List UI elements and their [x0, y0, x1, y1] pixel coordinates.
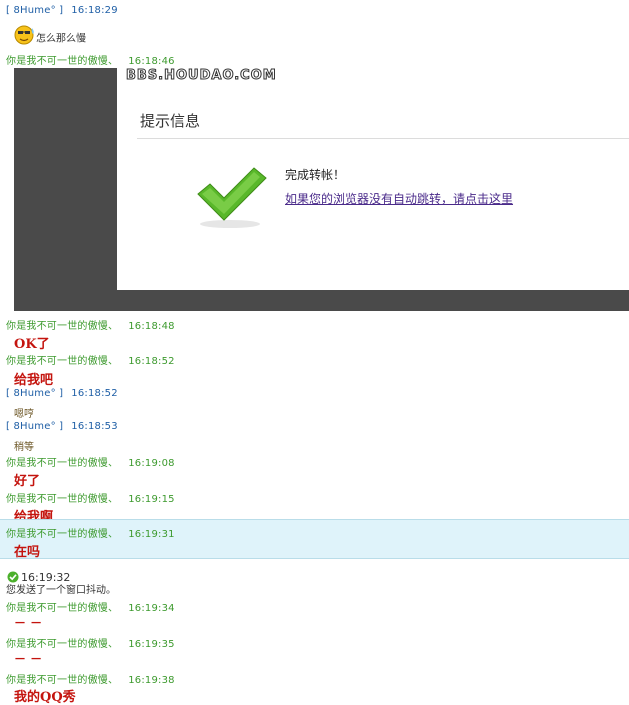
message-header: 你是我不可一世的傲慢、 16:19:34: [6, 599, 175, 614]
sender-name: 你是我不可一世的傲慢、: [6, 458, 119, 469]
message-header: 你是我不可一世的傲慢、 16:18:52: [6, 352, 175, 367]
screenshot-title: 提示信息: [140, 112, 201, 130]
timestamp: 16:19:31: [128, 529, 175, 540]
message-text: 怎么那么慢: [36, 33, 86, 45]
sender-name: 你是我不可一世的傲慢、: [6, 639, 119, 650]
message-header: 你是我不可一世的傲慢、 16:19:31: [6, 525, 175, 540]
message-header: 你是我不可一世的傲慢、 16:19:35: [6, 635, 175, 650]
message-text: － －: [14, 652, 43, 666]
timestamp: 16:18:46: [128, 56, 175, 67]
message-text: 在吗: [14, 545, 41, 560]
message-text: 稍等: [14, 442, 34, 453]
screenshot-logo: BBS.HOUDAO.COM: [126, 68, 277, 84]
timestamp: 16:19:35: [128, 639, 175, 650]
message-header: 你是我不可一世的傲慢、 16:19:15: [6, 490, 175, 505]
message-header: [ 8Hume° ] 16:18:29: [6, 5, 118, 16]
sender-name: [ 8Hume° ]: [6, 421, 64, 432]
sender-name: 你是我不可一世的傲慢、: [6, 356, 119, 367]
message-header: 你是我不可一世的傲慢、 16:18:48: [6, 317, 175, 332]
sweat-emoticon-icon: [14, 25, 36, 49]
message-text: OK了: [14, 337, 50, 352]
message-header: 你是我不可一世的傲慢、 16:19:38: [6, 671, 175, 686]
message-row: 怎么那么慢: [14, 25, 86, 49]
timestamp: 16:18:53: [71, 421, 118, 432]
timestamp: 16:18:52: [128, 356, 175, 367]
timestamp: 16:19:15: [128, 494, 175, 505]
message-header: 你是我不可一世的傲慢、 16:19:08: [6, 454, 175, 469]
screenshot-message: 完成转帐！: [285, 168, 346, 182]
timestamp: 16:19:34: [128, 603, 175, 614]
sender-name: [ 8Hume° ]: [6, 388, 64, 399]
timestamp: 16:18:48: [128, 321, 175, 332]
timestamp: 16:19:08: [128, 458, 175, 469]
system-message-text: 您发送了一个窗口抖动。: [6, 585, 116, 596]
message-text: 给我吧: [14, 373, 54, 388]
checkmark-icon: [194, 164, 270, 230]
message-text: 好了: [14, 474, 41, 489]
sender-name: [ 8Hume° ]: [6, 5, 64, 16]
sender-name: 你是我不可一世的傲慢、: [6, 321, 119, 332]
message-text: 嗯哼: [14, 409, 34, 420]
sender-name: 你是我不可一世的傲慢、: [6, 603, 119, 614]
divider: [137, 138, 629, 139]
message-text: － －: [14, 616, 43, 630]
timestamp: 16:19:38: [128, 675, 175, 686]
timestamp: 16:18:52: [71, 388, 118, 399]
message-header: [ 8Hume° ] 16:18:52: [6, 388, 118, 399]
message-text: 我的QQ秀: [14, 690, 76, 705]
message-header: 你是我不可一世的傲慢、 16:18:46: [6, 52, 175, 67]
message-header: [ 8Hume° ] 16:18:53: [6, 421, 118, 432]
sender-name: 你是我不可一世的傲慢、: [6, 56, 119, 67]
sender-name: 你是我不可一世的傲慢、: [6, 529, 119, 540]
sender-name: 你是我不可一世的傲慢、: [6, 494, 119, 505]
sender-name: 你是我不可一世的傲慢、: [6, 675, 119, 686]
timestamp: 16:18:29: [71, 5, 118, 16]
screenshot-redirect-link: 如果您的浏览器没有自动跳转，请点击这里: [285, 192, 514, 206]
